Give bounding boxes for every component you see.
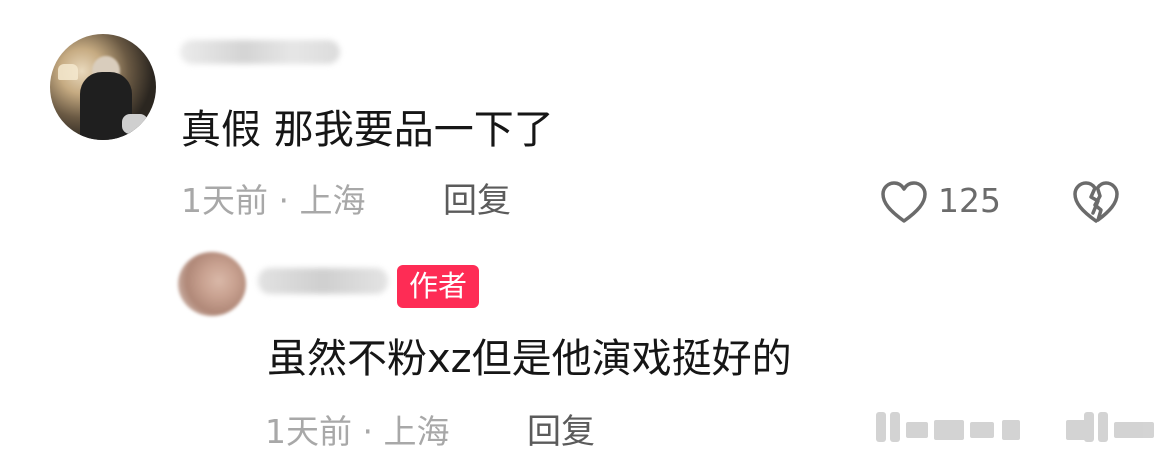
- avatar-knee-shape: [122, 114, 148, 134]
- reply-text: 虽然不粉xz但是他演戏挺好的: [267, 336, 792, 382]
- comment-reply-button[interactable]: 回复: [443, 181, 511, 221]
- reply-time-location: 1天前 · 上海: [265, 412, 450, 451]
- comment-time-location: 1天前 · 上海: [181, 181, 366, 220]
- heart-outline-icon[interactable]: [879, 180, 929, 224]
- commenter-avatar[interactable]: [50, 34, 156, 140]
- broken-heart-icon[interactable]: [1071, 180, 1121, 224]
- author-badge: 作者: [397, 265, 480, 308]
- like-count: 125: [938, 181, 1001, 220]
- author-name-blurred[interactable]: [258, 268, 388, 294]
- watermark-image: [870, 408, 1160, 448]
- commenter-name-blurred[interactable]: [180, 40, 340, 64]
- comment-text: 真假 那我要品一下了: [181, 107, 554, 153]
- author-avatar[interactable]: [178, 252, 246, 316]
- reply-reply-button[interactable]: 回复: [527, 412, 595, 452]
- avatar-lamp-shape: [58, 64, 78, 80]
